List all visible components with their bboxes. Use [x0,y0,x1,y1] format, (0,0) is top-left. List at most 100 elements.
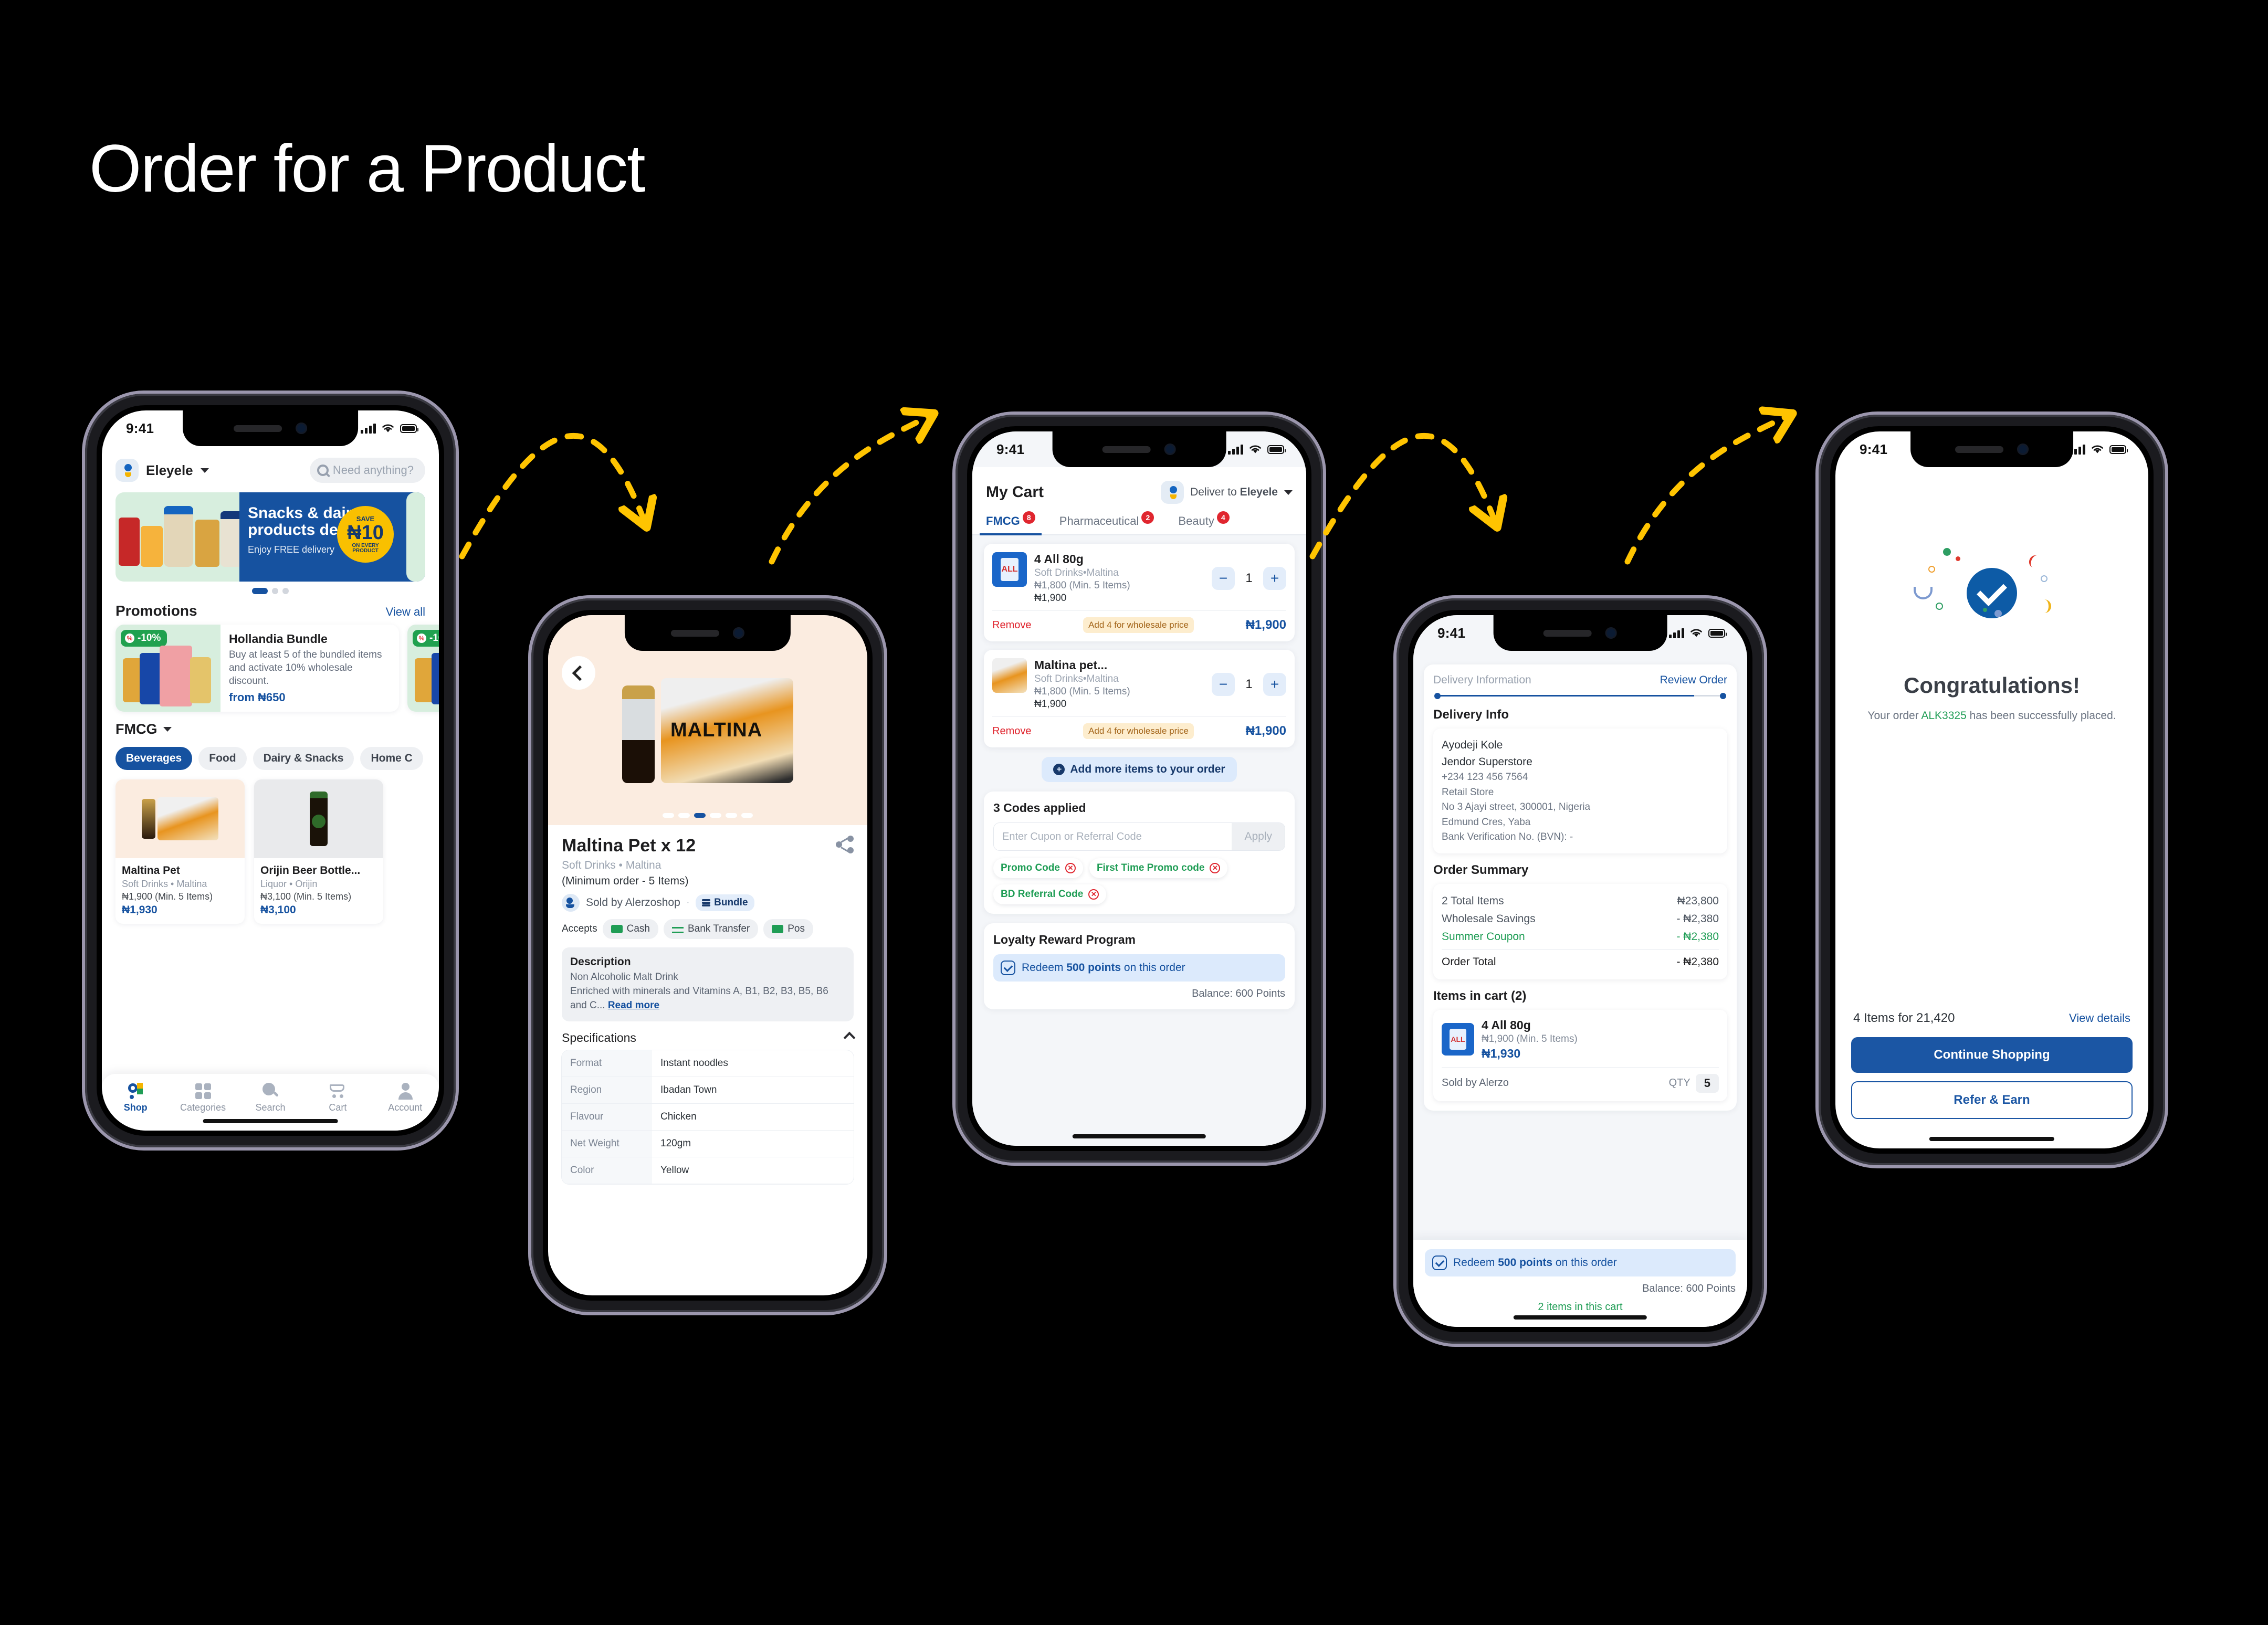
remove-button[interactable]: Remove [992,619,1031,631]
back-button[interactable] [562,656,595,690]
payment-chip-pos[interactable]: Pos [763,919,813,939]
tab-search[interactable]: Search [242,1082,299,1113]
step-review-order[interactable]: Review Order [1660,674,1727,687]
tab-account[interactable]: Account [377,1082,434,1113]
notch [1910,431,2073,467]
banner-text: Snacks & dairy products dey Enjoy FREE de… [239,492,425,582]
promotion-image: %-10% [407,625,439,712]
spec-key: Net Weight [562,1130,652,1157]
save-badge-b1: ON EVERY [352,542,379,548]
discount-value: -10% [138,632,161,643]
tab-pharmaceutical[interactable]: Pharmaceutical 2 [1059,511,1154,535]
promo-banner[interactable]: Snacks & dairy products dey Enjoy FREE de… [116,492,425,582]
quantity-stepper[interactable]: − 1 + [1212,658,1286,710]
cart-item-image [992,658,1027,693]
view-details-link[interactable]: View details [2069,1011,2130,1025]
chip-home-care[interactable]: Home C [360,747,423,771]
product-card[interactable]: Orijin Beer Bottle... Liquor • Orijin ₦3… [254,779,383,924]
notch [624,615,791,651]
tab-shop[interactable]: Shop [107,1082,164,1113]
product-category: Soft Drinks • Maltina [122,879,207,890]
code-chip-bd-referral[interactable]: BD Referral Code ✕ [993,884,1107,904]
coupon-input[interactable]: Enter Cupon or Referral Code [994,824,1232,850]
cart-items-hint: 2 items in this cart [1538,1301,1623,1313]
apply-button[interactable]: Apply [1232,823,1285,850]
remove-code-icon[interactable]: ✕ [1065,863,1076,873]
redeem-checkbox[interactable] [1432,1255,1447,1270]
payment-methods[interactable]: Accepts Cash Bank Transfer Pos [562,919,854,939]
category-selector[interactable]: FMCG [102,712,439,740]
remove-code-icon[interactable]: ✕ [1210,863,1221,873]
cart-item[interactable]: ALL 4 All 80g Soft Drinks•Maltina ₦1,800… [984,544,1295,641]
quantity-value: 1 [1245,571,1253,585]
speaker-icon [1955,446,2003,453]
quantity-stepper[interactable]: − 1 + [1212,552,1286,604]
cart-item-name: Maltina pet... [1034,658,1108,672]
continue-shopping-button[interactable]: Continue Shopping [1851,1037,2133,1073]
promotion-card[interactable]: %-10% [407,625,439,712]
chip-food[interactable]: Food [198,747,247,771]
code-chip-promo[interactable]: Promo Code ✕ [993,858,1083,878]
remove-button[interactable]: Remove [992,725,1031,737]
payment-chip-bank-transfer[interactable]: Bank Transfer [663,919,759,939]
specifications-header[interactable]: Specifications [562,1021,856,1050]
location-selector[interactable]: Eleyele [116,459,209,482]
promotion-card[interactable]: % -10% Hollandia Bundle Buy at least 5 of… [116,625,399,712]
wifi-icon [1250,445,1261,453]
redeem-points-row[interactable]: Redeem 500 points on this order [1425,1249,1736,1276]
home-indicator [1513,1315,1647,1320]
add-more-items-button[interactable]: + Add more items to your order [1042,757,1237,782]
decrement-button[interactable]: − [1212,672,1235,696]
cart-item-price: ₦1,900 [1034,699,1067,710]
promotions-view-all[interactable]: View all [386,605,425,619]
category-chip-row[interactable]: Beverages Food Dairy & Snacks Home C [102,740,439,771]
remove-code-icon[interactable]: ✕ [1088,889,1099,900]
tab-cart[interactable]: Cart [309,1082,366,1113]
chip-dairy-snacks[interactable]: Dairy & Snacks [253,747,354,771]
wifi-icon [382,424,394,432]
address-bvn: Bank Verification No. (BVN): - [1442,831,1573,842]
cart-item[interactable]: Maltina pet... Soft Drinks•Maltina ₦1,80… [984,650,1295,747]
battery-icon [1267,445,1286,454]
chevron-up-icon [843,1032,856,1044]
search-input[interactable]: Need anything? [309,458,425,483]
product-list[interactable]: Maltina Pet Soft Drinks • Maltina ₦1,900… [102,770,439,924]
step-delivery-information[interactable]: Delivery Information [1433,674,1531,687]
gallery-pagination[interactable] [548,813,867,818]
cart-item-minimum: ₦1,800 (Min. 5 Items) [1034,580,1130,591]
promotion-image: % -10% [116,625,220,712]
tab-categories[interactable]: Categories [175,1082,232,1113]
seller-row[interactable]: Sold by Alerzoshop · Bundle [562,894,854,912]
redeem-points-row[interactable]: Redeem 500 points on this order [993,954,1285,982]
product-card[interactable]: Maltina Pet Soft Drinks • Maltina ₦1,900… [116,779,245,924]
tab-badge: 2 [1141,511,1154,524]
delivery-address-card[interactable]: Ayodeji Kole Jendor Superstore +234 123 … [1433,729,1727,853]
cart-tabs[interactable]: FMCG 8 Pharmaceutical 2 Beauty 4 [972,509,1306,535]
refer-and-earn-button[interactable]: Refer & Earn [1851,1081,2133,1119]
promotions-list[interactable]: % -10% Hollandia Bundle Buy at least 5 of… [102,625,439,712]
items-in-cart-heading: Items in cart (2) [1433,988,1527,1003]
tab-label: Search [255,1102,286,1113]
chip-beverages[interactable]: Beverages [116,747,193,771]
increment-button[interactable]: + [1263,566,1286,590]
redeem-suffix: on this order [1121,962,1185,974]
redeem-checkbox[interactable] [1001,961,1015,975]
tab-badge: 4 [1216,511,1230,524]
save-badge-b2: PRODUCT [352,547,379,554]
summary-value: - ₦2,380 [1676,955,1719,968]
points-balance: Balance: 600 Points [1642,1283,1736,1294]
tab-fmcg[interactable]: FMCG 8 [980,511,1042,535]
share-icon[interactable] [836,836,854,853]
payment-chip-cash[interactable]: Cash [602,919,658,939]
deliver-to-selector[interactable]: Deliver to Eleyele [1161,481,1293,504]
banner-pagination[interactable] [102,588,439,594]
increment-button[interactable]: + [1263,672,1286,696]
spec-key: Flavour [562,1103,652,1130]
speaker-icon [1102,446,1151,453]
read-more-link[interactable]: Read more [608,1000,659,1011]
decrement-button[interactable]: − [1212,566,1235,590]
tab-beauty[interactable]: Beauty 4 [1178,511,1230,535]
tab-label: FMCG [986,514,1020,527]
code-chip-first-time[interactable]: First Time Promo code ✕ [1089,858,1228,878]
discount-icon: % [125,634,134,643]
